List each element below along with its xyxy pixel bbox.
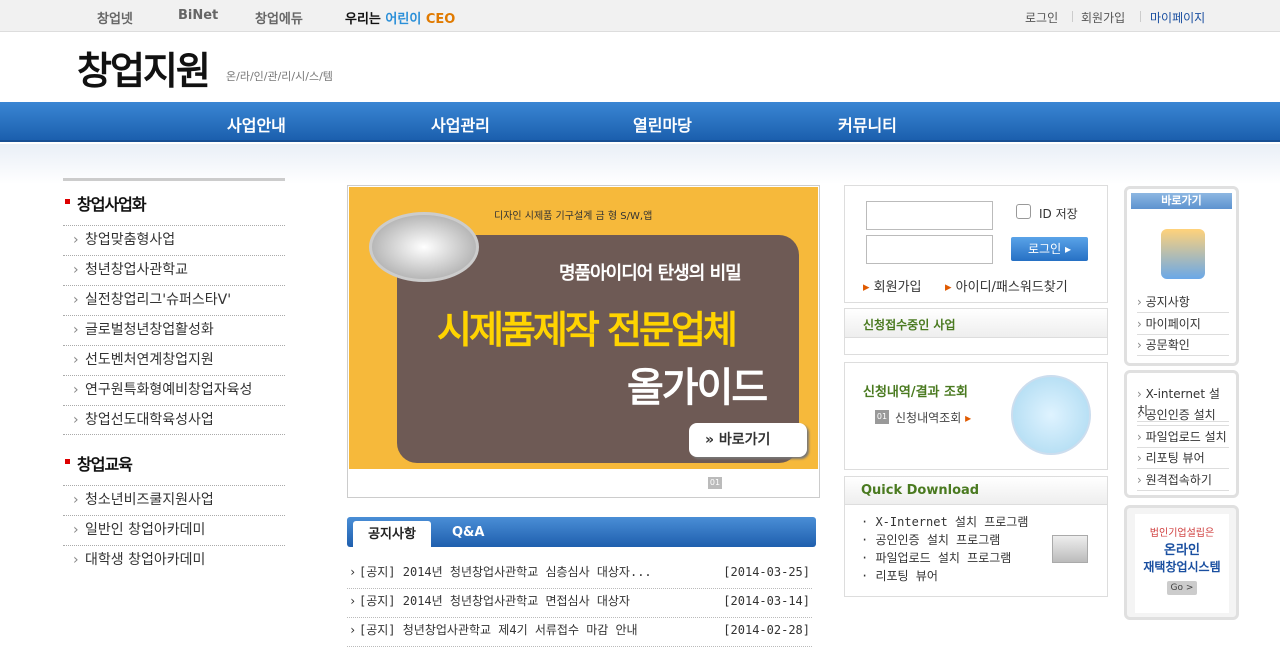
promo-line2: 온라인 (1164, 543, 1200, 558)
divider (1140, 11, 1141, 22)
tool-link[interactable]: 원격접속하기 (1137, 471, 1229, 491)
id-save-checkbox[interactable] (1016, 204, 1031, 219)
link-kids-ceo[interactable]: 우리는 어린이 CEO (345, 8, 455, 27)
login-box: ID 저장 로그인 ▸ 회원가입 아이디/패스워드찾기 (844, 185, 1108, 303)
shortcut-panel: 바로가기 공지사항 마이페이지 공문확인 (1124, 186, 1239, 366)
left-menu: 창업사업화 창업맞춤형사업 청년창업사관학교 실전창업리그'슈퍼스타V' 글로벌… (63, 178, 285, 575)
download-link[interactable]: 파일업로드 설치 프로그램 (861, 549, 1011, 566)
left-menu-item[interactable]: 청년창업사관학교 (63, 255, 285, 285)
quick-download-header: Quick Download (845, 477, 1107, 505)
download-link[interactable]: 공인인증 설치 프로그램 (861, 531, 1000, 548)
banner-tags: 디자인 시제품 기구설계 금 형 S/W,앱 (494, 211, 653, 222)
shortcut-link[interactable]: 마이페이지 (1137, 315, 1229, 335)
download-pc-icon (1052, 535, 1088, 563)
left-menu-item[interactable]: 대학생 창업아카데미 (63, 545, 285, 575)
password-input[interactable] (866, 235, 993, 264)
id-input[interactable] (866, 201, 993, 230)
notice-row[interactable]: [공지] 청년창업사관학교 제4기 서류접수 마감 안내 [2014-02-28] (347, 618, 812, 647)
nav-open-forum[interactable]: 열린마당 (633, 112, 692, 136)
ceo-highlight: 어린이 (385, 12, 422, 27)
left-menu-item[interactable]: 실전창업리그'슈퍼스타V' (63, 285, 285, 315)
notice-list: [공지] 2014년 청년창업사관학교 심층심사 대상자... [2014-03-… (347, 560, 812, 647)
notice-title[interactable]: [공지] 2014년 청년창업사관학교 면접심사 대상자 (359, 594, 630, 608)
login-button[interactable]: 로그인 ▸ (1011, 237, 1088, 261)
notice-title[interactable]: [공지] 청년창업사관학교 제4기 서류접수 마감 안내 (359, 623, 638, 637)
notice-row[interactable]: [공지] 2014년 청년창업사관학교 면접심사 대상자 [2014-03-14] (347, 589, 812, 618)
link-changupnet[interactable]: 창업넷 (97, 8, 133, 27)
banner-line2: 시제품제작 전문업체 (437, 308, 738, 352)
id-save-label: ID 저장 (1039, 207, 1078, 221)
board-tabs: 공지사항 Q&A (347, 517, 816, 547)
left-menu-item[interactable]: 청소년비즈쿨지원사업 (63, 485, 285, 515)
tool-link[interactable]: 리포팅 뷰어 (1137, 449, 1229, 469)
nav-business-info[interactable]: 사업안내 (227, 112, 286, 136)
ceo-suffix: CEO (421, 12, 456, 27)
banner-go-button[interactable]: » 바로가기 (689, 423, 807, 457)
top-login-link[interactable]: 로그인 (1025, 9, 1058, 26)
download-link[interactable]: 리포팅 뷰어 (861, 567, 937, 584)
top-utility-bar: 창업넷 BiNet 창업에듀 우리는 어린이 CEO 로그인 회원가입 마이페이… (0, 0, 1280, 32)
site-logo[interactable]: 창업지원 (77, 40, 211, 95)
computer-illustration (1011, 375, 1091, 455)
inquiry-link[interactable]: 신청내역조회 (895, 409, 971, 426)
tool-link[interactable]: 공인인증 설치 (1137, 406, 1229, 426)
banner-page-indicator[interactable]: 01 (708, 477, 722, 489)
left-menu-top-bar (63, 178, 285, 181)
notice-date: [2014-03-25] (723, 565, 810, 579)
banner-line1: 명품아이디어 탄생의 비밀 (559, 263, 742, 284)
left-menu-item[interactable]: 창업맞춤형사업 (63, 225, 285, 255)
left-menu-item[interactable]: 선도벤처연계창업지원 (63, 345, 285, 375)
divider (1072, 11, 1073, 22)
ceo-prefix: 우리는 (345, 12, 386, 27)
people-illustration-icon (1161, 229, 1205, 279)
online-corp-promo[interactable]: 법인기업설립은 온라인 재택창업시스템 Go > (1124, 505, 1239, 620)
nav-business-manage[interactable]: 사업관리 (431, 112, 490, 136)
main-navigation: 사업안내 사업관리 열린마당 커뮤니티 (0, 102, 1280, 142)
tool-link[interactable]: 파일업로드 설치 (1137, 428, 1229, 448)
shortcut-header: 바로가기 (1131, 193, 1232, 209)
top-mypage-link[interactable]: 마이페이지 (1150, 9, 1205, 26)
promo-inner: 법인기업설립은 온라인 재택창업시스템 Go > (1135, 514, 1229, 613)
left-menu-item[interactable]: 글로벌청년창업활성화 (63, 315, 285, 345)
notice-row[interactable]: [공지] 2014년 청년창업사관학교 심층심사 대상자... [2014-03-… (347, 560, 812, 589)
promo-banner[interactable]: 디자인 시제품 기구설계 금 형 S/W,앱 명품아이디어 탄생의 비밀 시제품… (347, 185, 820, 498)
section-title-education[interactable]: 창업교육 (63, 451, 285, 475)
promo-line3: 재택창업시스템 (1143, 560, 1221, 574)
inquiry-title: 신청내역/결과 조회 (863, 385, 968, 400)
inquiry-number: 01 (875, 410, 889, 424)
quick-download-box: Quick Download X-Internet 설치 프로그램 공인인증 설… (844, 476, 1108, 597)
banner-line3: 올가이드 (627, 365, 768, 411)
left-menu-item[interactable]: 일반인 창업아카데미 (63, 515, 285, 545)
product-image (369, 212, 479, 282)
login-button-label: 로그인 (1028, 242, 1062, 256)
notice-date: [2014-02-28] (723, 623, 810, 637)
top-join-link[interactable]: 회원가입 (1081, 9, 1125, 26)
notice-date: [2014-03-14] (723, 594, 810, 608)
apply-section-body (844, 337, 1108, 355)
notice-title[interactable]: [공지] 2014년 청년창업사관학교 심층심사 대상자... (359, 565, 652, 579)
link-changup-edu[interactable]: 창업에듀 (255, 8, 303, 27)
section-title-commercialization[interactable]: 창업사업화 (63, 191, 285, 215)
link-binet[interactable]: BiNet (178, 8, 218, 23)
find-account-link[interactable]: 아이디/패스워드찾기 (945, 276, 1068, 295)
inquiry-box: 신청내역/결과 조회 01 신청내역조회 (844, 362, 1108, 470)
tab-notice[interactable]: 공지사항 (353, 521, 431, 547)
left-menu-item[interactable]: 연구원특화형예비창업자육성 (63, 375, 285, 405)
shortcut-link[interactable]: 공지사항 (1137, 293, 1229, 313)
apply-section-header: 신청접수중인 사업 (844, 308, 1108, 338)
download-link[interactable]: X-Internet 설치 프로그램 (861, 513, 1028, 530)
nav-community[interactable]: 커뮤니티 (838, 112, 897, 136)
tab-qna[interactable]: Q&A (452, 525, 484, 540)
promo-line1: 법인기업설립은 (1149, 528, 1215, 539)
site-logo-subtitle: 온/라/인/관/리/시/스/템 (226, 70, 333, 83)
banner-artwork: 디자인 시제품 기구설계 금 형 S/W,앱 명품아이디어 탄생의 비밀 시제품… (349, 187, 818, 469)
left-menu-item[interactable]: 창업선도대학육성사업 (63, 405, 285, 435)
shortcut-link[interactable]: 공문확인 (1137, 336, 1229, 356)
promo-go-button[interactable]: Go > (1167, 581, 1197, 595)
tools-panel: X-internet 설치 공인인증 설치 파일업로드 설치 리포팅 뷰어 원격… (1124, 370, 1239, 498)
join-link[interactable]: 회원가입 (863, 276, 922, 295)
